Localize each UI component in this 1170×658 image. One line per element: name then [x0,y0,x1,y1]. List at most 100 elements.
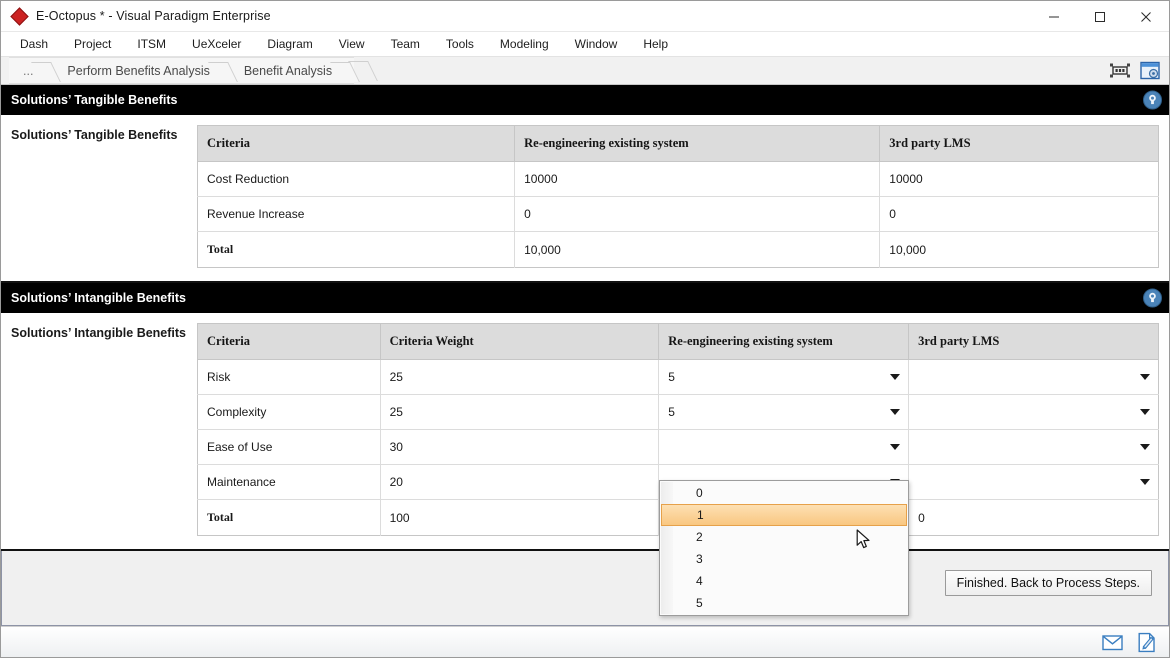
section-header-intangible: Solutions’ Intangible Benefits [1,283,1169,313]
breadcrumb-label: Perform Benefits Analysis [67,63,210,78]
chevron-down-icon [890,444,901,450]
section-left-label-tangible: Solutions’ Tangible Benefits [11,128,178,142]
chevron-down-icon [890,374,901,380]
column-header-reengineering[interactable]: Re-engineering existing system [514,125,881,162]
window-title: E-Octopus * - Visual Paradigm Enterprise [36,9,271,23]
cell-criteria-weight[interactable]: 25 [380,359,660,395]
cell-total-reengineering: 10,000 [514,231,881,268]
cell-reengineering[interactable]: 10000 [514,161,881,197]
cell-3rd-party-lms[interactable]: 0 [879,196,1159,232]
title-bar: E-Octopus * - Visual Paradigm Enterprise [1,1,1169,32]
column-header-criteria[interactable]: Criteria [197,323,381,360]
cell-criteria[interactable]: Maintenance [197,464,381,500]
window-controls [1031,1,1169,32]
select-reengineering-ease-of-use[interactable] [658,429,910,465]
minimize-icon [1049,16,1059,17]
menu-item-team[interactable]: Team [378,34,433,54]
dropdown-option-0[interactable]: 0 [660,482,908,504]
finished-back-to-process-steps-button[interactable]: Finished. Back to Process Steps. [944,570,1152,596]
breadcrumb-item-perform-benefits-analysis[interactable]: Perform Benefits Analysis [55,57,232,84]
dropdown-option-5[interactable]: 5 [660,592,908,614]
breadcrumb: ... Perform Benefits Analysis Benefit An… [1,56,1169,85]
menu-bar: Dash Project ITSM UeXceler Diagram View … [1,32,1169,56]
select-3rd-party-lms-maintenance[interactable] [908,464,1159,500]
table-row-total: Total 10,000 10,000 [197,231,1159,268]
cell-criteria[interactable]: Complexity [197,394,381,430]
column-header-3rd-party-lms[interactable]: 3rd party LMS [879,125,1159,162]
section-title: Solutions’ Intangible Benefits [11,291,187,305]
select-value: 5 [668,405,675,419]
cell-total-label: Total [197,499,381,536]
menu-item-help[interactable]: Help [630,34,681,54]
cell-criteria[interactable]: Cost Reduction [197,161,516,197]
cell-criteria-weight[interactable]: 25 [380,394,660,430]
column-header-3rd-party-lms[interactable]: 3rd party LMS [908,323,1159,360]
chevron-down-icon [890,409,901,415]
column-header-criteria-weight[interactable]: Criteria Weight [380,323,660,360]
cell-total-criteria-weight: 100 [380,499,660,536]
chevron-down-icon [1140,374,1150,380]
breadcrumb-item-benefit-analysis[interactable]: Benefit Analysis [231,57,355,84]
section-header-tangible: Solutions’ Tangible Benefits [1,85,1169,115]
table-row: Complexity 25 5 [197,394,1159,430]
status-bar [1,626,1169,657]
table-row: Cost Reduction 10000 10000 [197,161,1159,197]
cell-criteria[interactable]: Risk [197,359,381,395]
cell-3rd-party-lms[interactable]: 10000 [879,161,1159,197]
close-icon [1141,11,1151,22]
edit-document-icon[interactable] [1137,632,1157,653]
page-content: Solutions’ Tangible Benefits Solutions’ … [1,85,1169,657]
select-reengineering-risk[interactable]: 5 [658,359,910,395]
section-right-tangible: Criteria Re-engineering existing system … [197,115,1169,281]
section-title: Solutions’ Tangible Benefits [11,93,178,107]
cell-criteria-weight[interactable]: 20 [380,464,660,500]
menu-item-dash[interactable]: Dash [7,34,61,54]
cell-total-label: Total [197,231,516,268]
close-button[interactable] [1123,1,1169,32]
section-body-intangible: Solutions’ Intangible Benefits Criteria … [1,313,1169,551]
select-3rd-party-lms-risk[interactable] [908,359,1159,395]
dropdown-option-1[interactable]: 1 [661,504,907,526]
menu-item-tools[interactable]: Tools [433,34,487,54]
mail-icon[interactable] [1102,634,1123,651]
table-row: Revenue Increase 0 0 [197,196,1159,232]
application-window: E-Octopus * - Visual Paradigm Enterprise [0,0,1170,658]
dropdown-option-2[interactable]: 2 [660,526,908,548]
cell-criteria-weight[interactable]: 30 [380,429,660,465]
select-reengineering-complexity[interactable]: 5 [658,394,910,430]
info-bulb-badge-icon[interactable] [1143,288,1162,308]
dropdown-option-3[interactable]: 3 [660,548,908,570]
section-left-label-intangible: Solutions’ Intangible Benefits [11,326,187,340]
maximize-icon [1095,11,1105,22]
minimize-button[interactable] [1031,1,1077,32]
open-spec-window-icon[interactable] [1139,60,1161,81]
menu-item-diagram[interactable]: Diagram [254,34,325,54]
table-row: Ease of Use 30 [197,429,1159,465]
fit-diagram-icon[interactable] [1109,60,1131,81]
footer-panel: Finished. Back to Process Steps. [1,551,1169,626]
section-body-tangible: Solutions’ Tangible Benefits Criteria Re… [1,115,1169,283]
menu-item-modeling[interactable]: Modeling [487,34,562,54]
tangible-benefits-table: Criteria Re-engineering existing system … [197,125,1159,268]
menu-item-itsm[interactable]: ITSM [124,34,179,54]
column-header-criteria[interactable]: Criteria [197,125,516,162]
cell-reengineering[interactable]: 0 [514,196,881,232]
menu-item-uexceler[interactable]: UeXceler [179,34,254,54]
maximize-button[interactable] [1077,1,1123,32]
info-bulb-badge-icon[interactable] [1143,90,1162,110]
cell-total-3rd-party-lms: 0 [908,499,1159,536]
breadcrumb-toolbar [1109,57,1161,84]
cell-total-3rd-party-lms: 10,000 [879,231,1159,268]
select-3rd-party-lms-ease-of-use[interactable] [908,429,1159,465]
menu-item-project[interactable]: Project [61,34,124,54]
select-3rd-party-lms-complexity[interactable] [908,394,1159,430]
breadcrumb-label: ... [23,63,34,78]
cell-criteria[interactable]: Ease of Use [197,429,381,465]
dropdown-option-4[interactable]: 4 [660,570,908,592]
cell-criteria[interactable]: Revenue Increase [197,196,516,232]
menu-item-window[interactable]: Window [562,34,631,54]
dropdown-popup-ease-of-use[interactable]: 0 1 2 3 4 5 [659,480,909,616]
breadcrumb-item-root[interactable]: ... [9,57,56,84]
column-header-reengineering[interactable]: Re-engineering existing system [658,323,910,360]
menu-item-view[interactable]: View [326,34,378,54]
